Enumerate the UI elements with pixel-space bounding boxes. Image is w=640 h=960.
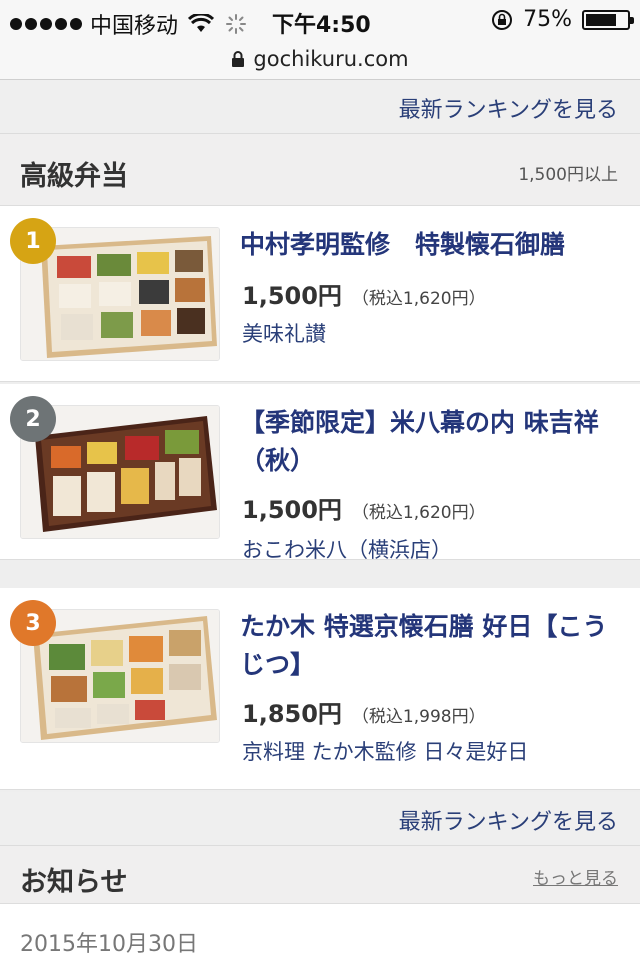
battery-level [586,13,616,26]
padlock-icon [232,50,245,67]
see-more-link[interactable]: もっと見る [533,864,618,889]
item-price: 1,500円 [242,496,342,524]
battery-percent: 75% [523,7,572,32]
item-price: 1,500円 [242,282,342,310]
shop-link[interactable]: 京料理 たか木監修 日々是好日 [242,736,528,766]
notice-header: お知らせ もっと見る [0,846,640,904]
item-tax-price: （税込1,620円） [351,289,486,309]
price-line: 1,500円 （税込1,620円） [242,490,486,525]
rank-badge: 3 [10,600,56,646]
category-title: 高級弁当 [20,161,128,192]
latest-ranking-link[interactable]: 最新ランキングを見る [399,804,618,836]
latest-ranking-link[interactable]: 最新ランキングを見る [399,92,618,124]
battery-icon [582,9,634,30]
item-title[interactable]: たか木 特選京懐石膳 好日【こうじつ】 [240,608,620,684]
address-bar[interactable]: gochikuru.com [0,38,640,80]
carrier-name: 中国移动 [90,14,179,39]
category-price-note: 1,500円以上 [518,165,618,185]
notice-date: 2015年10月30日 [20,932,198,957]
signal-dots-icon [10,18,82,30]
rank-badge: 2 [10,396,56,442]
item-price: 1,850円 [242,700,342,728]
ranking-link-row-top: 最新ランキングを見る [0,80,640,134]
wifi-icon [188,14,215,32]
item-tax-price: （税込1,998円） [351,707,486,727]
notice-item[interactable]: 2015年10月30日 [0,904,640,960]
price-line: 1,500円 （税込1,620円） [242,276,486,311]
clock: 下午4:50 [272,13,371,38]
rotation-lock-icon [492,9,513,30]
url-text: gochikuru.com [253,46,409,71]
list-item[interactable]: 2 【季節限定】米八幕の内 味吉祥（秋） 1,500円 （税込1,620円） お… [0,384,640,562]
list-item[interactable]: 3 たか木 特選京懐石膳 好日【こうじつ】 1,850円 （税込1,998円） … [0,588,640,790]
price-line: 1,850円 （税込1,998円） [242,694,486,729]
item-title[interactable]: 【季節限定】米八幕の内 味吉祥（秋） [240,404,620,480]
list-item[interactable]: 1 中村孝明監修 特製懐石御膳 1,500円 （税込1,620円） 美味礼讃 [0,206,640,382]
rank-badge: 1 [10,218,56,264]
ranking-link-row-bottom: 最新ランキングを見る [0,792,640,846]
status-bar: 中国移动 下午4:50 75% [0,0,640,42]
item-title[interactable]: 中村孝明監修 特製懐石御膳 [240,226,620,264]
shop-link[interactable]: おこわ米八（横浜店） [242,534,452,564]
shop-link[interactable]: 美味礼讃 [242,318,326,348]
category-header: 高級弁当 1,500円以上 [0,134,640,206]
notice-title: お知らせ [20,867,128,898]
item-tax-price: （税込1,620円） [351,503,486,523]
loading-spinner-icon [226,14,247,34]
